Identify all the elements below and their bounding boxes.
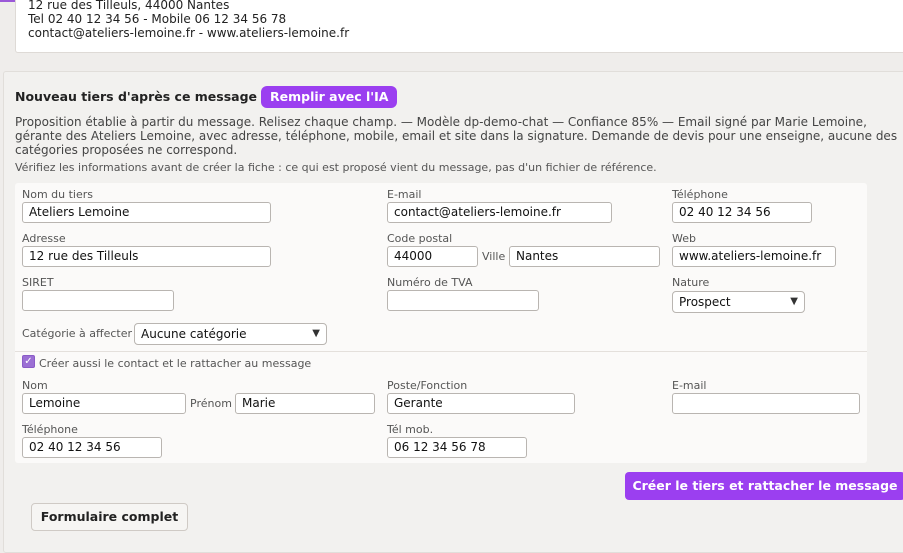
ai-proposal-description: Proposition établie à partir du message.… <box>15 115 867 129</box>
contact-email-label: E-mail <box>672 379 707 392</box>
contact-phone-input[interactable]: 02 40 12 34 56 <box>22 437 162 458</box>
vat-input[interactable] <box>387 290 539 311</box>
category-select[interactable]: Aucune catégorie ▼ <box>134 323 327 345</box>
category-select-value: Aucune catégorie <box>141 327 247 341</box>
vat-label: Numéro de TVA <box>387 276 473 289</box>
full-form-button[interactable]: Formulaire complet <box>31 503 188 531</box>
create-contact-label: Créer aussi le contact et le rattacher a… <box>39 357 312 370</box>
email-label: E-mail <box>387 188 422 201</box>
chevron-down-icon: ▼ <box>312 328 320 339</box>
name-input[interactable]: Ateliers Lemoine <box>22 202 271 223</box>
contact-phone-label: Téléphone <box>22 423 78 436</box>
contact-lastname-label: Nom <box>22 379 48 392</box>
address-label: Adresse <box>22 232 66 245</box>
contact-position-input[interactable]: Gerante <box>387 393 575 414</box>
contact-firstname-label: Prénom <box>190 397 232 410</box>
zip-input[interactable]: 44000 <box>387 246 478 267</box>
nature-label: Nature <box>672 276 710 289</box>
phone-label: Téléphone <box>672 188 728 201</box>
contact-lastname-input[interactable]: Lemoine <box>22 393 186 414</box>
create-thirdparty-button[interactable]: Créer le tiers et rattacher le message <box>625 472 903 500</box>
form-divider <box>15 351 867 352</box>
contact-email-input[interactable] <box>672 393 860 414</box>
contact-position-label: Poste/Fonction <box>387 379 468 392</box>
zip-label: Code postal <box>387 232 453 245</box>
contact-firstname-input[interactable]: Marie <box>235 393 375 414</box>
signature-line-contact: contact@ateliers-lemoine.fr - www.atelie… <box>28 26 350 40</box>
nature-select[interactable]: Prospect ▼ <box>672 291 805 313</box>
city-input[interactable]: Nantes <box>509 246 660 267</box>
web-label: Web <box>672 232 696 245</box>
message-signature-card: 12 rue des Tilleuls, 44000 Nantes Tel 02… <box>15 0 903 53</box>
signature-line-phones: Tel 02 40 12 34 56 - Mobile 06 12 34 56 … <box>28 12 287 26</box>
category-label: Catégorie à affecter <box>22 327 133 340</box>
siret-label: SIRET <box>22 276 54 289</box>
address-input[interactable]: 12 rue des Tilleuls <box>22 246 271 267</box>
contact-mobile-label: Tél mob. <box>387 423 434 436</box>
email-input[interactable]: contact@ateliers-lemoine.fr <box>387 202 612 223</box>
nature-select-value: Prospect <box>679 295 731 309</box>
create-contact-checkbox[interactable]: ✓ <box>22 355 35 368</box>
ai-fill-button[interactable]: Remplir avec l'IA <box>261 86 398 108</box>
web-input[interactable]: www.ateliers-lemoine.fr <box>672 246 836 267</box>
siret-input[interactable] <box>22 290 174 311</box>
phone-input[interactable]: 02 40 12 34 56 <box>672 202 812 223</box>
section-title: Nouveau tiers d'après ce message <box>15 89 258 104</box>
contact-mobile-input[interactable]: 06 12 34 56 78 <box>387 437 527 458</box>
verification-note: Vérifiez les informations avant de créer… <box>15 161 657 174</box>
ai-proposal-description: catégories proposées ne correspond. <box>15 143 238 157</box>
ai-proposal-description: gérante des Ateliers Lemoine, avec adres… <box>15 129 898 143</box>
signature-line-address: 12 rue des Tilleuls, 44000 Nantes <box>28 0 230 12</box>
city-label: Ville <box>482 250 506 263</box>
chevron-down-icon: ▼ <box>790 296 798 307</box>
name-label: Nom du tiers <box>22 188 94 201</box>
